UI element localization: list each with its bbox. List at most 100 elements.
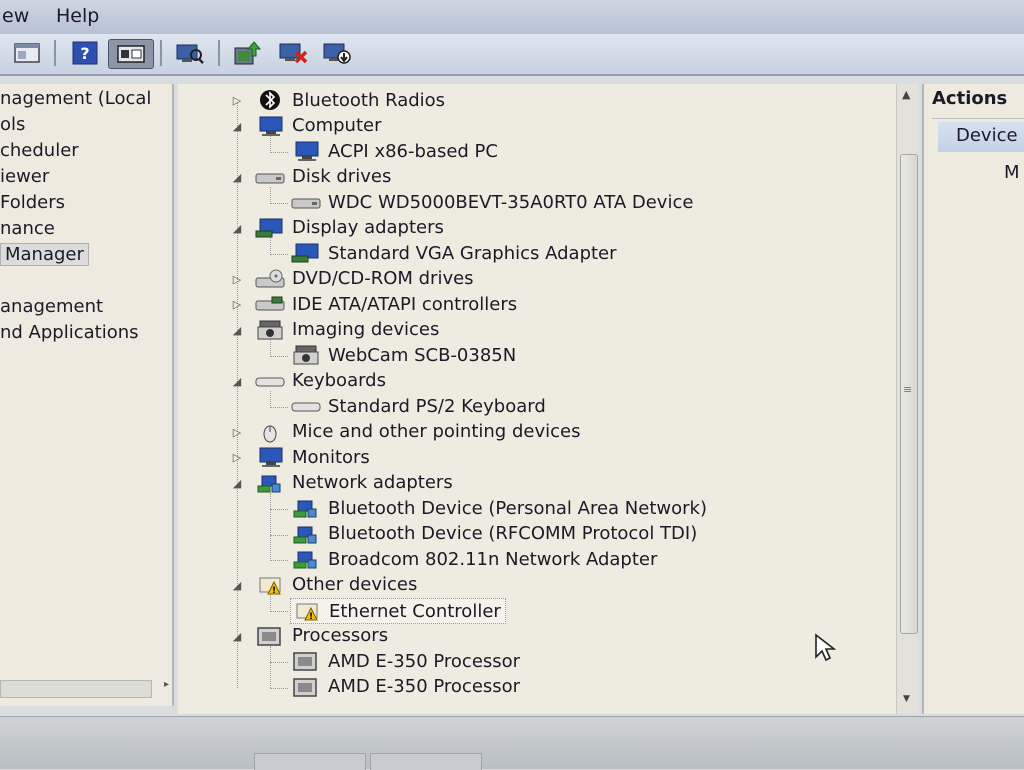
device-category[interactable]: DVD/CD-ROM drives xyxy=(254,267,474,291)
device-item-label: Standard PS/2 Keyboard xyxy=(328,395,546,417)
disk-drive-icon xyxy=(255,173,285,183)
expand-arrow-icon[interactable]: ▷ xyxy=(230,273,244,286)
menu-bar: ew Help xyxy=(0,0,1024,35)
disk-drive-icon xyxy=(291,198,321,209)
update-driver-icon xyxy=(234,41,262,65)
monitor-icon xyxy=(259,447,283,467)
collapse-arrow-icon[interactable]: ◢ xyxy=(230,222,244,235)
device-category-label: Bluetooth Radios xyxy=(292,89,446,111)
device-item-label: AMD E-350 Processor xyxy=(328,676,521,697)
device-category[interactable]: Imaging devices xyxy=(254,318,439,342)
device-category[interactable]: Bluetooth Radios xyxy=(254,88,445,112)
device-item[interactable]: AMD E-350 Processor xyxy=(290,649,520,673)
device-item-label: AMD E-350 Processor xyxy=(328,650,521,672)
unknown-device-icon: ! xyxy=(296,603,318,622)
menu-view[interactable]: ew xyxy=(2,5,29,27)
device-item-label: ACPI x86-based PC xyxy=(328,140,498,162)
left-item-services-and-applications[interactable]: nd Applications xyxy=(0,322,139,343)
network-adapter-icon xyxy=(293,526,317,543)
scroll-up-icon[interactable]: ▲ xyxy=(902,88,910,101)
left-horizontal-scrollbar[interactable]: ▸ xyxy=(0,679,169,698)
svg-text:!: ! xyxy=(309,612,313,622)
view-button[interactable] xyxy=(108,39,154,69)
uninstall-device-button[interactable] xyxy=(322,39,352,67)
device-item[interactable]: WebCam SCB-0385N xyxy=(290,343,516,367)
left-item-event-viewer[interactable]: iewer xyxy=(0,166,49,187)
actions-device-manager-heading[interactable]: Device xyxy=(938,122,1024,152)
left-item-device-manager[interactable]: Manager xyxy=(0,243,89,266)
device-item[interactable]: WDC WD5000BEVT-35A0RT0 ATA Device xyxy=(290,190,693,214)
collapse-arrow-icon[interactable]: ◢ xyxy=(230,477,244,490)
expand-arrow-icon[interactable]: ▷ xyxy=(230,426,244,439)
device-category[interactable]: Monitors xyxy=(254,445,370,469)
scroll-down-icon[interactable]: ▼ xyxy=(903,694,910,704)
device-category-label: Monitors xyxy=(292,446,370,468)
disable-device-button[interactable] xyxy=(278,39,308,67)
device-category[interactable]: Processors xyxy=(254,624,388,648)
actions-header: Actions xyxy=(932,88,1024,119)
dvd-drive-icon xyxy=(255,269,285,287)
console-tree-pane: nagement (Local ols cheduler iewer Folde… xyxy=(0,84,174,706)
collapse-arrow-icon[interactable]: ◢ xyxy=(230,630,244,643)
expand-arrow-icon[interactable]: ▷ xyxy=(230,451,244,464)
scan-hardware-button[interactable] xyxy=(174,39,204,67)
left-item-system-tools[interactable]: ols xyxy=(0,114,25,135)
device-category[interactable]: Computer xyxy=(254,114,381,138)
device-category-label: Mice and other pointing devices xyxy=(292,421,581,442)
device-item-label: WDC WD5000BEVT-35A0RT0 ATA Device xyxy=(328,191,694,213)
keyboard-icon xyxy=(291,402,321,412)
device-category-label: Computer xyxy=(292,115,382,136)
device-category[interactable]: Mice and other pointing devices xyxy=(254,420,580,444)
collapse-arrow-icon[interactable]: ◢ xyxy=(230,171,244,184)
left-item-storage-management[interactable]: anagement xyxy=(0,296,103,317)
actions-more-link[interactable]: M xyxy=(1004,162,1020,183)
device-item[interactable]: AMD E-350 Processor xyxy=(290,675,520,699)
update-driver-button[interactable] xyxy=(232,39,262,67)
device-category-label: Other devices xyxy=(292,574,418,595)
device-category[interactable]: Display adapters xyxy=(254,216,444,240)
console-tree-button[interactable] xyxy=(12,39,42,67)
camera-icon xyxy=(257,320,283,339)
collapse-arrow-icon[interactable]: ◢ xyxy=(230,579,244,592)
scrollbar-thumb[interactable]: ≡ xyxy=(900,154,918,634)
expand-arrow-icon[interactable]: ▷ xyxy=(230,94,244,107)
vertical-scrollbar[interactable]: ▲ ≡ ▼ xyxy=(896,84,918,714)
device-category-label: Processors xyxy=(292,625,389,646)
device-item[interactable]: Bluetooth Device (RFCOMM Protocol TDI) xyxy=(290,522,697,546)
collapse-arrow-icon[interactable]: ◢ xyxy=(230,375,244,388)
collapse-arrow-icon[interactable]: ◢ xyxy=(230,120,244,133)
processor-icon xyxy=(293,677,317,697)
device-category[interactable]: Disk drives xyxy=(254,165,391,189)
device-category[interactable]: ! Other devices xyxy=(254,573,417,597)
keyboard-icon xyxy=(255,377,285,386)
device-category-label: Keyboards xyxy=(292,370,386,391)
help-button[interactable]: ? xyxy=(70,39,100,67)
left-item-performance[interactable]: nance xyxy=(0,218,55,239)
device-item[interactable]: Broadcom 802.11n Network Adapter xyxy=(290,547,657,571)
left-item-task-scheduler[interactable]: cheduler xyxy=(0,140,79,161)
collapse-arrow-icon[interactable]: ◢ xyxy=(230,324,244,337)
scan-hardware-icon xyxy=(176,44,204,64)
mouse-cursor-icon xyxy=(815,633,837,662)
device-item[interactable]: ! Ethernet Controller xyxy=(290,598,506,624)
scroll-right-icon[interactable]: ▸ xyxy=(164,679,169,690)
computer-icon xyxy=(259,116,283,136)
svg-text:!: ! xyxy=(272,586,276,596)
left-item-shared-folders[interactable]: Folders xyxy=(0,192,65,213)
device-item[interactable]: ACPI x86-based PC xyxy=(290,139,498,163)
device-category[interactable]: Network adapters xyxy=(254,471,453,495)
device-item[interactable]: Standard PS/2 Keyboard xyxy=(290,394,546,418)
device-category[interactable]: IDE ATA/ATAPI controllers xyxy=(254,292,517,316)
help-icon: ? xyxy=(72,41,98,65)
device-item[interactable]: Standard VGA Graphics Adapter xyxy=(290,241,617,265)
mouse-icon xyxy=(263,425,277,442)
menu-help[interactable]: Help xyxy=(56,5,99,27)
device-item[interactable]: Bluetooth Device (Personal Area Network) xyxy=(290,496,707,520)
status-bar xyxy=(0,716,1024,770)
device-category[interactable]: Keyboards xyxy=(254,369,386,393)
computer-icon xyxy=(295,141,319,161)
device-item-label: Standard VGA Graphics Adapter xyxy=(328,242,617,264)
left-item-computer-management[interactable]: nagement (Local xyxy=(0,88,151,109)
device-category-label: Network adapters xyxy=(292,472,453,493)
expand-arrow-icon[interactable]: ▷ xyxy=(230,298,244,311)
